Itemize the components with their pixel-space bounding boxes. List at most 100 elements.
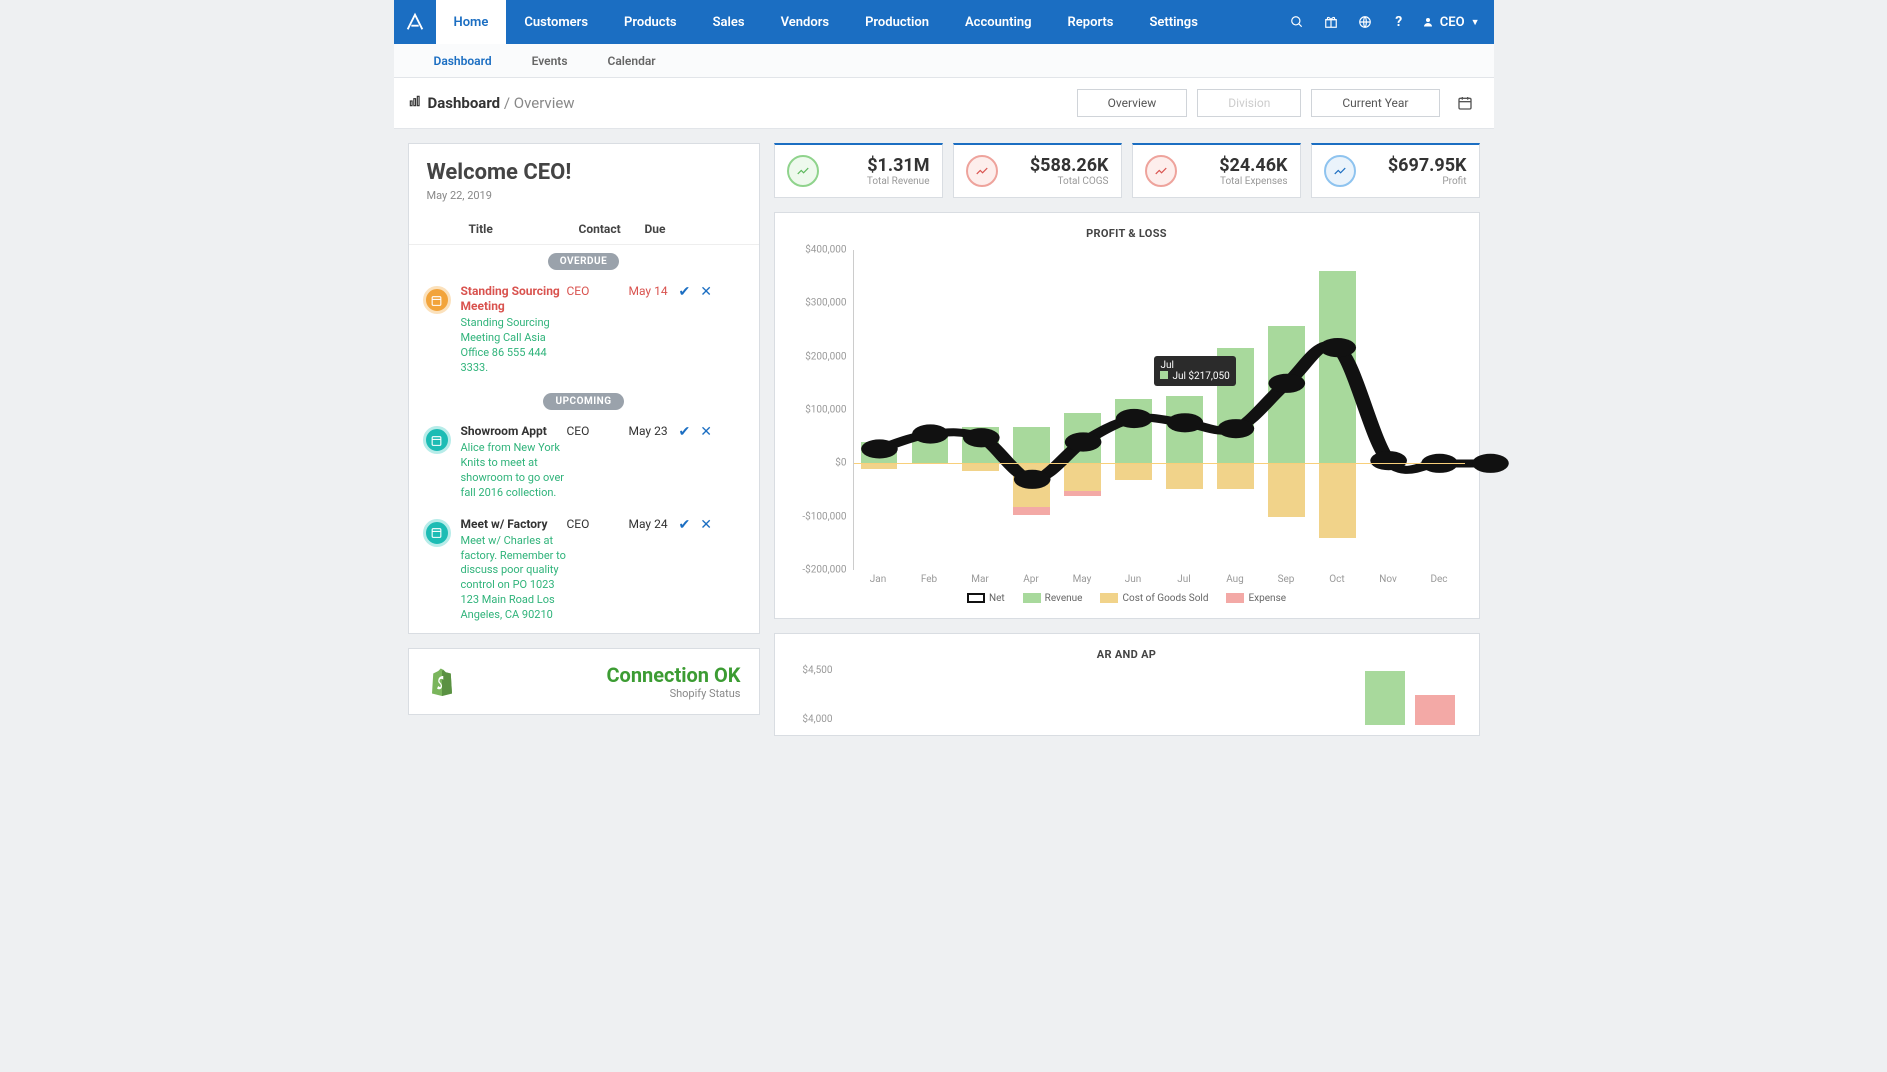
x-tick: Jun — [1108, 570, 1159, 585]
nav-production[interactable]: Production — [847, 0, 947, 44]
profit-loss-chart: PROFIT & LOSS $400,000$300,000$200,000$1… — [774, 212, 1480, 619]
arap-ytick: $4,000 — [802, 714, 832, 725]
calendar-icon — [423, 426, 451, 454]
kpi-label: Profit — [1388, 176, 1467, 187]
check-icon[interactable]: ✔ — [679, 284, 691, 375]
col-contact: Contact — [579, 222, 645, 236]
legend-item[interactable]: Revenue — [1023, 593, 1083, 604]
arap-title: AR AND AP — [789, 644, 1465, 665]
division-selector[interactable]: Division — [1197, 89, 1301, 117]
x-tick: Jan — [853, 570, 904, 585]
close-icon[interactable]: ✕ — [700, 424, 712, 500]
nav-sales[interactable]: Sales — [695, 0, 763, 44]
subnav-calendar[interactable]: Calendar — [608, 54, 656, 68]
kpi-value: $1.31M — [867, 155, 930, 176]
nav-home[interactable]: Home — [436, 0, 507, 44]
event-due: May 14 — [629, 284, 679, 375]
nav-settings[interactable]: Settings — [1132, 0, 1216, 44]
upcoming-badge: UPCOMING — [543, 393, 623, 410]
event-row[interactable]: Meet w/ Factory Meet w/ Charles at facto… — [409, 511, 759, 633]
view-selector[interactable]: Overview — [1077, 89, 1188, 117]
event-desc: Meet w/ Charles at factory. Remember to … — [461, 534, 567, 623]
x-tick: Apr — [1006, 570, 1057, 585]
y-tick: $100,000 — [805, 405, 846, 416]
sub-nav: Dashboard Events Calendar — [394, 44, 1494, 78]
trend-icon — [966, 155, 998, 187]
kpi-total-revenue[interactable]: $1.31M Total Revenue — [774, 143, 943, 198]
event-due: May 23 — [629, 424, 679, 500]
nav-accounting[interactable]: Accounting — [947, 0, 1050, 44]
col-due: Due — [645, 222, 741, 236]
x-tick: Nov — [1363, 570, 1414, 585]
nav-reports[interactable]: Reports — [1050, 0, 1132, 44]
user-label: CEO — [1440, 15, 1465, 30]
shopify-status-panel: Connection OK Shopify Status — [408, 648, 760, 715]
nav-products[interactable]: Products — [606, 0, 695, 44]
trend-icon — [787, 155, 819, 187]
y-tick: $400,000 — [805, 245, 846, 256]
calendar-icon — [423, 519, 451, 547]
legend-item[interactable]: Cost of Goods Sold — [1100, 593, 1208, 604]
user-menu[interactable]: CEO ▼ — [1416, 0, 1494, 44]
kpi-total-cogs[interactable]: $588.26K Total COGS — [953, 143, 1122, 198]
event-contact: CEO — [567, 284, 629, 375]
chart-icon — [408, 94, 422, 112]
breadcrumb-main: Dashboard — [428, 94, 501, 112]
welcome-date: May 22, 2019 — [427, 189, 741, 202]
logo-icon[interactable] — [394, 0, 436, 44]
user-icon — [1422, 16, 1434, 28]
connection-sub: Shopify Status — [606, 687, 740, 700]
ap-bar — [1415, 695, 1455, 725]
calendar-icon — [423, 286, 451, 314]
kpi-label: Total Revenue — [867, 176, 930, 187]
chart-tooltip: JulJul $217,050 — [1154, 356, 1235, 386]
kpi-profit[interactable]: $697.95K Profit — [1311, 143, 1480, 198]
gift-icon[interactable] — [1314, 0, 1348, 44]
help-icon[interactable]: ? — [1382, 0, 1416, 44]
y-tick: -$100,000 — [802, 511, 846, 522]
ar-bar — [1365, 671, 1405, 725]
kpi-value: $697.95K — [1388, 155, 1467, 176]
kpi-total-expenses[interactable]: $24.46K Total Expenses — [1132, 143, 1301, 198]
connection-status: Connection OK — [606, 663, 740, 687]
arap-ytick: $4,500 — [802, 665, 832, 676]
calendar-icon[interactable] — [1450, 88, 1480, 118]
x-tick: Sep — [1261, 570, 1312, 585]
check-icon[interactable]: ✔ — [679, 424, 691, 500]
event-title: Meet w/ Factory — [461, 517, 567, 532]
shopify-icon — [427, 666, 457, 696]
top-nav: HomeCustomersProductsSalesVendorsProduct… — [394, 0, 1494, 44]
event-row[interactable]: Showroom Appt Alice from New York Knits … — [409, 418, 759, 510]
subnav-events[interactable]: Events — [532, 54, 568, 68]
welcome-panel: Welcome CEO! May 22, 2019 Title Contact … — [408, 143, 760, 634]
close-icon[interactable]: ✕ — [700, 517, 712, 623]
x-tick: Mar — [955, 570, 1006, 585]
check-icon[interactable]: ✔ — [679, 517, 691, 623]
overdue-badge: OVERDUE — [548, 253, 620, 270]
nav-customers[interactable]: Customers — [506, 0, 606, 44]
event-title: Standing Sourcing Meeting — [461, 284, 567, 314]
globe-icon[interactable] — [1348, 0, 1382, 44]
breadcrumb-sub: / Overview — [500, 94, 574, 112]
col-title: Title — [469, 222, 579, 236]
trend-icon — [1324, 155, 1356, 187]
legend-item[interactable]: Net — [967, 593, 1005, 604]
kpi-value: $588.26K — [1030, 155, 1109, 176]
close-icon[interactable]: ✕ — [700, 284, 712, 375]
y-tick: -$200,000 — [802, 565, 846, 576]
event-row[interactable]: Standing Sourcing Meeting Standing Sourc… — [409, 278, 759, 385]
kpi-value: $24.46K — [1219, 155, 1287, 176]
search-icon[interactable] — [1280, 0, 1314, 44]
legend-item[interactable]: Expense — [1226, 593, 1286, 604]
subnav-dashboard[interactable]: Dashboard — [434, 54, 492, 68]
event-contact: CEO — [567, 424, 629, 500]
period-selector[interactable]: Current Year — [1311, 89, 1439, 117]
kpi-label: Total COGS — [1030, 176, 1109, 187]
y-tick: $0 — [835, 458, 846, 469]
nav-vendors[interactable]: Vendors — [763, 0, 847, 44]
x-tick: Feb — [904, 570, 955, 585]
chart-title: PROFIT & LOSS — [789, 223, 1465, 250]
event-title: Showroom Appt — [461, 424, 567, 439]
x-tick: Aug — [1210, 570, 1261, 585]
x-tick: Jul — [1159, 570, 1210, 585]
